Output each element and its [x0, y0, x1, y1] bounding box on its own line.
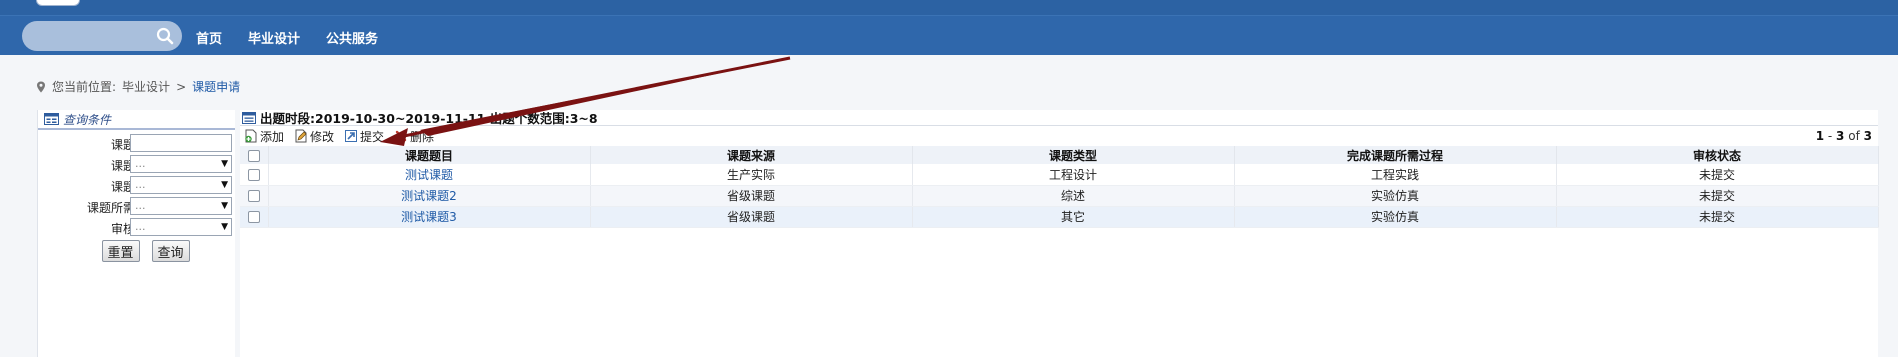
select-all-cell[interactable]	[240, 146, 269, 164]
breadcrumb-prefix: 您当前位置:	[52, 80, 117, 94]
topic-source-value: ...	[135, 157, 146, 170]
query-row-required-process: 课题所需过程: ... ▼	[38, 195, 235, 216]
column-header-process[interactable]: 完成课题所需过程	[1234, 146, 1557, 164]
column-header-type[interactable]: 课题类型	[912, 146, 1235, 164]
query-row-topic-type: 课题类型: ...▼	[38, 174, 235, 195]
table-row[interactable]: 测试课题3 省级课题 其它 实验仿真 未提交	[240, 206, 1879, 228]
submit-button[interactable]: 提交	[344, 128, 384, 145]
dropdown-arrow-icon: ▼	[221, 180, 228, 190]
breadcrumb-separator: >	[176, 79, 187, 94]
required-process-value: ...	[135, 199, 146, 212]
breadcrumb-current: 课题申请	[192, 80, 241, 94]
column-header-title[interactable]: 课题题目	[268, 146, 591, 164]
nav-graduation-design[interactable]: 毕业设计	[248, 28, 300, 47]
dropdown-arrow-icon: ▼	[221, 201, 228, 211]
nav-public-services[interactable]: 公共服务	[326, 28, 378, 47]
pager-to: 3	[1836, 129, 1845, 143]
edit-button[interactable]: 修改	[294, 128, 334, 145]
required-process-select[interactable]: ... ▼	[130, 197, 232, 215]
add-icon	[245, 129, 257, 143]
dropdown-arrow-icon: ▼	[221, 159, 228, 169]
add-button[interactable]: 添加	[244, 128, 284, 145]
topic-process-cell: 工程实践	[1234, 164, 1557, 186]
row-checkbox[interactable]	[247, 168, 260, 181]
pager-of: of	[1848, 129, 1860, 143]
table-row[interactable]: 测试课题 生产实际 工程设计 工程实践 未提交	[240, 164, 1879, 186]
row-select-cell[interactable]	[240, 164, 269, 186]
topic-status-cell: 未提交	[1556, 185, 1879, 207]
topic-source-select[interactable]: ... ▼	[130, 155, 232, 173]
topic-type-value: ...	[135, 178, 146, 191]
reset-button[interactable]: 重置	[101, 240, 140, 262]
pager-total: 3	[1863, 129, 1872, 143]
delete-label: 删除	[410, 129, 435, 144]
topic-title-link[interactable]: 测试课题2	[268, 185, 591, 207]
query-panel-header: 查询条件	[38, 110, 235, 130]
topic-status-cell: 未提交	[1556, 164, 1879, 186]
query-row-topic-source: 课题来源: ...▼	[38, 153, 235, 174]
delete-icon	[395, 130, 407, 142]
query-row-topic-title: 课题题目:	[38, 132, 235, 153]
edit-icon	[295, 129, 307, 143]
topic-status-cell: 未提交	[1556, 206, 1879, 228]
main-navbar: 首页 毕业设计 公共服务	[0, 15, 1898, 55]
table-header-row: 课题题目 课题来源 课题类型 完成课题所需过程 审核状态	[240, 146, 1879, 164]
query-buttons: 重置 查询	[38, 240, 235, 262]
school-logo	[36, 0, 80, 6]
topic-source-cell: 省级课题	[590, 206, 913, 228]
submit-icon	[345, 130, 358, 142]
topic-title-link[interactable]: 测试课题3	[268, 206, 591, 228]
row-select-cell[interactable]	[240, 206, 269, 228]
topic-table: 课题题目 课题来源 课题类型 完成课题所需过程 审核状态 测试课题 生产实际 工…	[240, 146, 1879, 228]
search-button[interactable]: 查询	[151, 240, 190, 262]
list-header-icon	[242, 111, 256, 124]
action-toolbar: 添加 修改 提交 删除 1 - 3 of 3	[240, 126, 1878, 146]
row-checkbox[interactable]	[247, 211, 260, 223]
topic-type-cell: 工程设计	[912, 164, 1235, 186]
topic-type-select[interactable]: ... ▼	[130, 176, 232, 194]
edit-label: 修改	[310, 129, 335, 144]
topic-type-cell: 综述	[912, 185, 1235, 207]
review-status-select[interactable]: ... ▼	[130, 218, 232, 236]
top-banner	[0, 0, 1898, 15]
pager-dash: -	[1827, 129, 1833, 143]
delete-button[interactable]: 删除	[394, 128, 434, 145]
query-row-review-status: 审核状态: ...▼	[38, 216, 235, 237]
query-form-icon	[44, 113, 59, 125]
topic-title-link[interactable]: 测试课题	[268, 164, 591, 186]
topic-period-header: 出题时段:2019-10-30~2019-11-11 出题个数范围:3~8	[240, 110, 1878, 126]
row-checkbox[interactable]	[247, 190, 260, 202]
submit-label: 提交	[360, 129, 385, 144]
row-select-cell[interactable]	[240, 185, 269, 207]
query-panel-title: 查询条件	[63, 112, 112, 127]
topic-process-cell: 实验仿真	[1234, 206, 1557, 228]
location-pin-icon	[37, 81, 45, 92]
pager-from: 1	[1815, 129, 1825, 143]
breadcrumb: 您当前位置: 毕业设计 > 课题申请	[36, 78, 240, 95]
dropdown-arrow-icon: ▼	[221, 222, 228, 232]
breadcrumb-section[interactable]: 毕业设计	[122, 78, 170, 95]
nav-home[interactable]: 首页	[196, 28, 222, 47]
search-icon[interactable]	[156, 27, 174, 45]
add-label: 添加	[260, 129, 285, 144]
topic-type-cell: 其它	[912, 206, 1235, 228]
topic-period-text: 出题时段:2019-10-30~2019-11-11 出题个数范围:3~8	[260, 111, 598, 126]
table-row[interactable]: 测试课题2 省级课题 综述 实验仿真 未提交	[240, 185, 1879, 207]
column-header-status[interactable]: 审核状态	[1556, 146, 1879, 164]
query-panel: 查询条件 课题题目: 课题来源: ...▼ 课题类型: ...▼ 课题所需过程:…	[37, 110, 235, 357]
search-box[interactable]	[22, 21, 182, 51]
topic-source-cell: 省级课题	[590, 185, 913, 207]
column-header-source[interactable]: 课题来源	[590, 146, 913, 164]
review-status-value: ...	[135, 220, 146, 233]
topic-list-panel: 出题时段:2019-10-30~2019-11-11 出题个数范围:3~8 添加…	[240, 110, 1879, 357]
select-all-checkbox[interactable]	[247, 149, 260, 162]
topic-source-cell: 生产实际	[590, 164, 913, 186]
topic-process-cell: 实验仿真	[1234, 185, 1557, 207]
topic-title-input[interactable]	[130, 134, 232, 152]
pagination-info: 1 - 3 of 3	[1816, 129, 1872, 143]
